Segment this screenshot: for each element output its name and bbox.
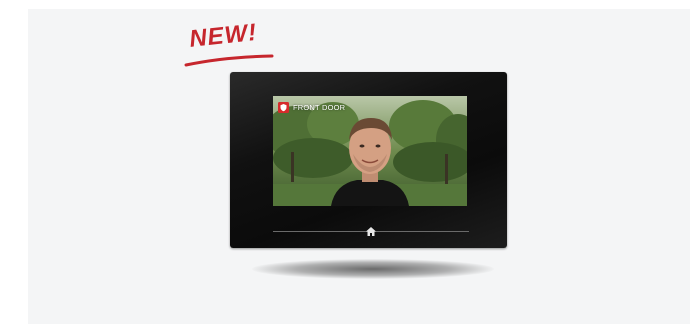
new-underline — [184, 54, 274, 67]
device-screen: FRONT DOOR — [273, 96, 467, 206]
device-shadow — [252, 259, 494, 279]
device-bottom-bar — [273, 226, 469, 236]
camera-label: FRONT DOOR — [293, 103, 346, 112]
camera-header: FRONT DOOR — [278, 102, 345, 113]
home-icon[interactable] — [365, 226, 377, 237]
camera-shield-icon — [278, 102, 289, 113]
